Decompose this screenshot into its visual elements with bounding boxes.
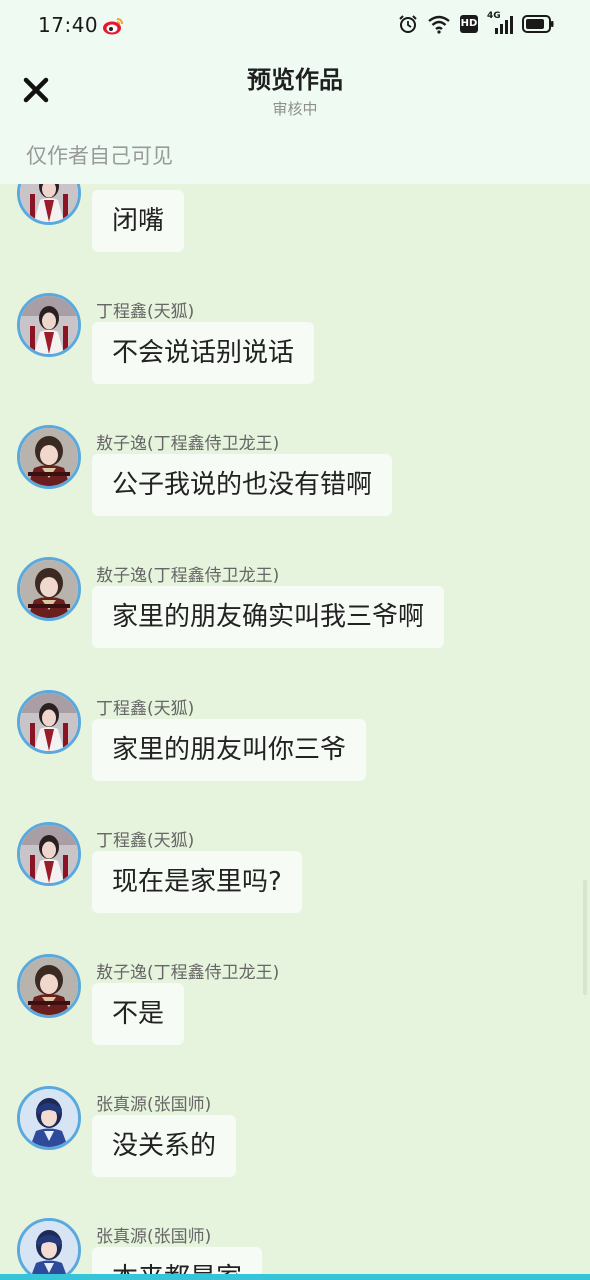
sender-name: 张真源(张国师): [96, 1095, 212, 1115]
sender-name: 张真源(张国师): [96, 1227, 212, 1247]
status-bar: 17:40 HD 4G: [0, 0, 590, 52]
status-time: 17:40: [38, 13, 99, 37]
weibo-icon: [102, 16, 124, 36]
avatar[interactable]: [17, 690, 81, 754]
message-bubble[interactable]: 不是: [92, 983, 185, 1045]
character-c-avatar-image: [20, 1221, 78, 1279]
sender-name: 丁程鑫(天狐): [96, 831, 195, 851]
character-a-avatar-image: [20, 693, 78, 751]
message-bubble[interactable]: 家里的朋友叫你三爷: [92, 719, 367, 781]
avatar[interactable]: [17, 1218, 81, 1280]
avatar[interactable]: [17, 293, 81, 357]
avatar[interactable]: [17, 557, 81, 621]
visibility-note: 仅作者自己可见: [26, 144, 173, 168]
character-b-avatar-image: [20, 560, 78, 618]
hd-icon: HD: [460, 15, 478, 33]
scrollbar[interactable]: [583, 880, 587, 995]
top-panel: 17:40 HD 4G 预览作品 审核中 仅作者自己可见: [0, 0, 590, 184]
message-bubble[interactable]: 公子我说的也没有错啊: [92, 454, 393, 516]
message-bubble[interactable]: 没关系的: [92, 1115, 237, 1177]
signal-4g-icon: 4G: [487, 11, 513, 34]
message-bubble[interactable]: 家里的朋友确实叫我三爷啊: [92, 586, 445, 648]
chat-list[interactable]: 闭嘴 丁程鑫(天狐) 不会说话别说话 敖子逸(丁程鑫侍卫龙王) 公子我说的也没有…: [0, 0, 590, 1280]
message-bubble[interactable]: 闭嘴: [92, 190, 185, 252]
status-icons: HD 4G: [398, 11, 554, 34]
character-a-avatar-image: [20, 296, 78, 354]
sender-name: 敖子逸(丁程鑫侍卫龙王): [96, 566, 280, 586]
character-a-avatar-image: [20, 825, 78, 883]
character-b-avatar-image: [20, 428, 78, 486]
page-title: 预览作品: [247, 66, 343, 94]
sender-name: 丁程鑫(天狐): [96, 699, 195, 719]
sender-name: 丁程鑫(天狐): [96, 302, 195, 322]
alarm-icon: [398, 14, 418, 34]
message-bubble[interactable]: 不会说话别说话: [92, 322, 315, 384]
character-c-avatar-image: [20, 1089, 78, 1147]
avatar[interactable]: [17, 954, 81, 1018]
header: 预览作品 审核中: [0, 52, 590, 130]
wifi-icon: [427, 14, 451, 34]
sender-name: 敖子逸(丁程鑫侍卫龙王): [96, 434, 280, 454]
character-b-avatar-image: [20, 957, 78, 1015]
avatar[interactable]: [17, 425, 81, 489]
battery-icon: [522, 15, 554, 33]
bottom-bar: [0, 1274, 590, 1280]
avatar[interactable]: [17, 822, 81, 886]
message-bubble[interactable]: 现在是家里吗?: [92, 851, 302, 913]
review-status: 审核中: [272, 100, 318, 118]
sender-name: 敖子逸(丁程鑫侍卫龙王): [96, 963, 280, 983]
avatar[interactable]: [17, 1086, 81, 1150]
